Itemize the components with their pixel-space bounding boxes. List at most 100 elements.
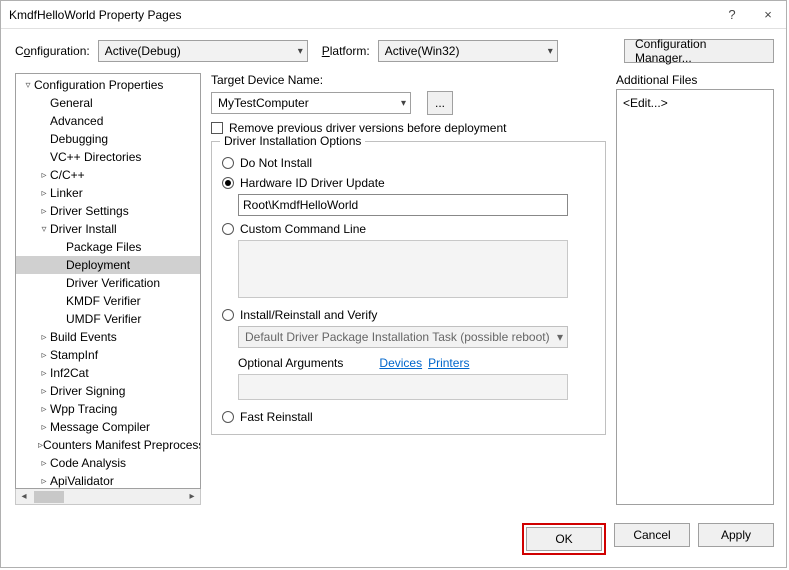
collapsed-icon[interactable]: ▹ — [38, 386, 50, 397]
collapsed-icon[interactable]: ▹ — [38, 170, 50, 181]
tree-item-label: Advanced — [50, 114, 103, 128]
tree-item[interactable]: ▹Driver Signing — [16, 382, 200, 400]
scroll-left-icon[interactable]: ◂ — [16, 491, 32, 502]
tree-item[interactable]: Deployment — [16, 256, 200, 274]
tree-item-label: Counters Manifest Preprocessor — [43, 438, 201, 452]
tree-horizontal-scrollbar[interactable]: ◂ ▸ — [15, 489, 201, 505]
tree-item[interactable]: General — [16, 94, 200, 112]
tree-item[interactable]: Debugging — [16, 130, 200, 148]
tree-item-label: Debugging — [50, 132, 108, 146]
tree-item-label: Build Events — [50, 330, 117, 344]
chevron-down-icon: ▾ — [557, 330, 563, 344]
expanded-icon[interactable]: ▿ — [38, 224, 50, 235]
hardware-id-input[interactable]: Root\KmdfHelloWorld — [238, 194, 568, 216]
target-device-combo[interactable]: MyTestComputer ▾ — [211, 92, 411, 114]
radio-install-verify[interactable]: Install/Reinstall and Verify — [222, 308, 595, 322]
configuration-value: Active(Debug) — [105, 44, 181, 58]
expanded-icon[interactable]: ▿ — [22, 80, 34, 91]
tree-item[interactable]: ▹Message Compiler — [16, 418, 200, 436]
additional-files-label: Additional Files — [616, 73, 774, 87]
tree-item-label: General — [50, 96, 93, 110]
collapsed-icon[interactable]: ▹ — [38, 350, 50, 361]
close-button[interactable]: × — [750, 7, 786, 22]
tree-item[interactable]: UMDF Verifier — [16, 310, 200, 328]
printers-link[interactable]: Printers — [428, 356, 469, 370]
help-button[interactable]: ? — [714, 7, 750, 22]
tree-item[interactable]: Package Files — [16, 238, 200, 256]
install-task-combo[interactable]: Default Driver Package Installation Task… — [238, 326, 568, 348]
collapsed-icon[interactable]: ▹ — [38, 368, 50, 379]
tree-item[interactable]: ▹Counters Manifest Preprocessor — [16, 436, 200, 454]
tree-item[interactable]: VC++ Directories — [16, 148, 200, 166]
tree-item[interactable]: ▿Configuration Properties — [16, 76, 200, 94]
tree-item[interactable]: ▹StampInf — [16, 346, 200, 364]
tree-item[interactable]: ▿Driver Install — [16, 220, 200, 238]
radio-do-not-install[interactable]: Do Not Install — [222, 156, 595, 170]
tree-item-label: VC++ Directories — [50, 150, 141, 164]
custom-command-input[interactable] — [238, 240, 568, 298]
config-manager-button[interactable]: Configuration Manager... — [624, 39, 774, 63]
tree-item-label: Code Analysis — [50, 456, 126, 470]
tree-item-label: Inf2Cat — [50, 366, 89, 380]
devices-link[interactable]: Devices — [379, 356, 422, 370]
chevron-down-icon: ▾ — [401, 98, 406, 109]
apply-button[interactable]: Apply — [698, 523, 774, 547]
radio-hardware-id[interactable]: Hardware ID Driver Update — [222, 176, 595, 190]
tree-item-label: Linker — [50, 186, 83, 200]
property-pages-window: KmdfHelloWorld Property Pages ? × Config… — [0, 0, 787, 568]
radio-icon — [222, 157, 234, 169]
target-device-value: MyTestComputer — [218, 96, 309, 110]
tree-item[interactable]: ▹Build Events — [16, 328, 200, 346]
tree-item[interactable]: ▹Linker — [16, 184, 200, 202]
scroll-right-icon[interactable]: ▸ — [184, 491, 200, 502]
tree-item-label: Package Files — [66, 240, 141, 254]
tree-item[interactable]: Advanced — [16, 112, 200, 130]
titlebar: KmdfHelloWorld Property Pages ? × — [1, 1, 786, 29]
collapsed-icon[interactable]: ▹ — [38, 422, 50, 433]
collapsed-icon[interactable]: ▹ — [38, 188, 50, 199]
tree-item[interactable]: ▹C/C++ — [16, 166, 200, 184]
tree-item[interactable]: ▹ApiValidator — [16, 472, 200, 489]
tree-item[interactable]: ▹Code Analysis — [16, 454, 200, 472]
platform-combo[interactable]: Active(Win32) ▾ — [378, 40, 558, 62]
radio-custom-command[interactable]: Custom Command Line — [222, 222, 595, 236]
radio-icon — [222, 411, 234, 423]
browse-button[interactable]: ... — [427, 91, 453, 115]
driver-install-group-label: Driver Installation Options — [220, 134, 365, 148]
tree-item-label: Driver Verification — [66, 276, 160, 290]
collapsed-icon[interactable]: ▹ — [38, 458, 50, 469]
radio-icon — [222, 223, 234, 235]
tree-item[interactable]: ▹Inf2Cat — [16, 364, 200, 382]
tree-item-label: KMDF Verifier — [66, 294, 141, 308]
tree-item-label: C/C++ — [50, 168, 85, 182]
edit-link[interactable]: <Edit...> — [623, 96, 668, 110]
configuration-combo[interactable]: Active(Debug) ▾ — [98, 40, 308, 62]
tree-item-label: ApiValidator — [50, 474, 114, 488]
ok-button[interactable]: OK — [526, 527, 602, 551]
platform-label: Platform: — [322, 44, 370, 58]
additional-files-list[interactable]: <Edit...> — [616, 89, 774, 505]
chevron-down-icon: ▾ — [298, 46, 303, 57]
scroll-thumb[interactable] — [34, 491, 64, 503]
chevron-down-icon: ▾ — [548, 46, 553, 57]
tree-item[interactable]: KMDF Verifier — [16, 292, 200, 310]
platform-value: Active(Win32) — [385, 44, 460, 58]
radio-fast-reinstall[interactable]: Fast Reinstall — [222, 410, 595, 424]
optional-args-label: Optional Arguments — [238, 356, 343, 370]
tree-item-label: Driver Install — [50, 222, 117, 236]
tree-item[interactable]: Driver Verification — [16, 274, 200, 292]
collapsed-icon[interactable]: ▹ — [38, 404, 50, 415]
tree-item-label: Driver Settings — [50, 204, 129, 218]
config-tree[interactable]: ▿Configuration Properties General Advanced… — [15, 73, 201, 489]
cancel-button[interactable]: Cancel — [614, 523, 690, 547]
remove-previous-checkbox[interactable]: Remove previous driver versions before d… — [211, 121, 606, 135]
collapsed-icon[interactable]: ▹ — [38, 476, 50, 487]
collapsed-icon[interactable]: ▹ — [38, 332, 50, 343]
optional-args-input[interactable] — [238, 374, 568, 400]
tree-item[interactable]: ▹Wpp Tracing — [16, 400, 200, 418]
target-device-label: Target Device Name: — [211, 73, 606, 87]
configuration-label: Configuration: — [15, 44, 90, 58]
radio-checked-icon — [222, 177, 234, 189]
tree-item[interactable]: ▹Driver Settings — [16, 202, 200, 220]
collapsed-icon[interactable]: ▹ — [38, 206, 50, 217]
